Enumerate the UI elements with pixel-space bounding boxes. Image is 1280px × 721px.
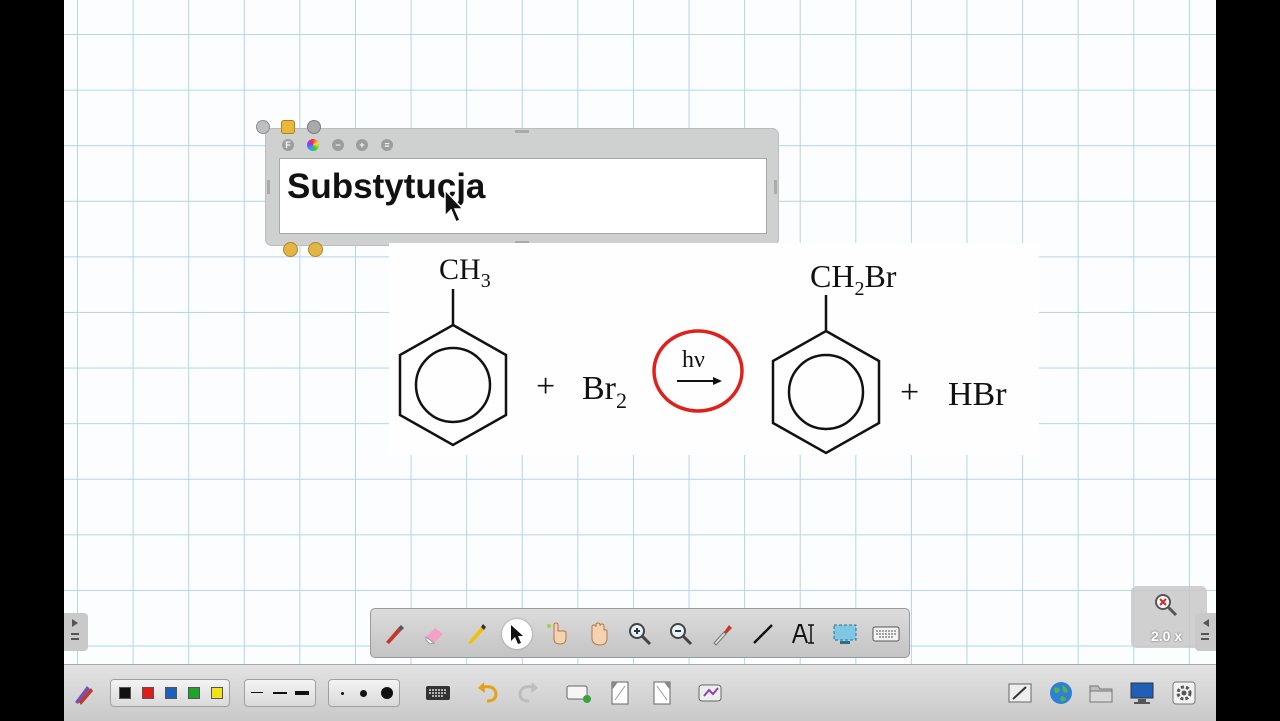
page-sorter-icon[interactable] xyxy=(696,680,726,706)
right-side-handle[interactable] xyxy=(1195,613,1216,651)
line-width-thick[interactable] xyxy=(295,691,309,695)
plus-sign: + xyxy=(536,368,555,405)
color-swatch-green[interactable] xyxy=(188,687,200,699)
close-icon[interactable] xyxy=(256,120,270,134)
previous-page-icon[interactable] xyxy=(606,680,634,706)
line-icon[interactable] xyxy=(748,619,778,649)
mouse-cursor-icon xyxy=(444,188,465,224)
floating-toolbar xyxy=(370,608,910,658)
dot-size-medium[interactable] xyxy=(360,690,367,697)
display-icon[interactable] xyxy=(1128,680,1156,706)
color-palette xyxy=(110,679,230,707)
resize-handle-right[interactable] xyxy=(774,180,777,194)
keyboard-icon-bottom[interactable] xyxy=(424,680,452,706)
next-page-icon[interactable] xyxy=(648,680,676,706)
pen-icon[interactable] xyxy=(379,619,409,649)
color-swatch-red[interactable] xyxy=(142,687,154,699)
color-picker-icon[interactable] xyxy=(307,139,319,151)
new-page-icon[interactable] xyxy=(564,680,594,706)
zoom-in-icon[interactable] xyxy=(625,619,655,649)
keyboard-icon[interactable] xyxy=(871,619,901,649)
color-swatch-black[interactable] xyxy=(119,687,131,699)
line-width-medium[interactable] xyxy=(273,692,287,694)
condition-label: hν xyxy=(682,347,705,373)
whiteboard-canvas[interactable]: F − + ≡ Substytucja CH3 + Br2 hν CH2Br +… xyxy=(64,0,1216,664)
zoom-icon xyxy=(1155,594,1178,617)
text-icon[interactable] xyxy=(789,619,819,649)
pan-hand-icon[interactable] xyxy=(584,619,614,649)
line-width-thin[interactable] xyxy=(251,692,263,693)
font-icon[interactable]: F xyxy=(282,139,294,151)
pen-settings-icon[interactable] xyxy=(70,680,98,706)
settings-icon[interactable] xyxy=(1170,680,1198,706)
pointer-icon[interactable] xyxy=(502,619,532,649)
pipette-icon[interactable] xyxy=(707,619,737,649)
duplicate-icon[interactable] xyxy=(281,120,295,134)
align-right-icon[interactable] xyxy=(308,242,323,257)
zoom-out-icon[interactable] xyxy=(666,619,696,649)
redo-icon[interactable] xyxy=(514,680,542,706)
undo-icon[interactable] xyxy=(474,680,502,706)
edit-page-icon[interactable] xyxy=(1006,680,1034,706)
text-box-content[interactable]: Substytucja xyxy=(279,158,767,234)
list-icon[interactable]: ≡ xyxy=(381,139,393,151)
eraser-icon[interactable] xyxy=(420,619,450,649)
left-side-handle[interactable] xyxy=(64,613,88,651)
screen-capture-icon[interactable] xyxy=(830,619,860,649)
dot-size-small[interactable] xyxy=(341,692,344,695)
zoom-level: 2.0 x xyxy=(1151,628,1183,644)
product-substituent: CH2Br xyxy=(810,258,897,300)
dot-size-large[interactable] xyxy=(381,687,393,699)
globe-icon[interactable] xyxy=(1047,680,1075,706)
folder-icon[interactable] xyxy=(1087,680,1115,706)
resize-handle-top[interactable] xyxy=(515,130,529,133)
highlighter-icon[interactable] xyxy=(461,619,491,649)
color-swatch-blue[interactable] xyxy=(165,687,177,699)
select-hand-icon[interactable] xyxy=(543,619,573,649)
plus-sign-2: + xyxy=(900,374,919,411)
line-width-selector xyxy=(244,679,316,707)
decrease-font-icon[interactable]: − xyxy=(332,139,344,151)
text-box-widget[interactable]: F − + ≡ Substytucja xyxy=(256,120,779,257)
reactant-substituent: CH3 xyxy=(439,253,491,292)
reaction-image: CH3 + Br2 hν CH2Br + HBr xyxy=(389,243,1039,455)
byproduct-label: HBr xyxy=(948,376,1007,413)
chevron-down-icon[interactable] xyxy=(307,120,321,134)
resize-handle-left[interactable] xyxy=(267,180,270,194)
align-left-icon[interactable] xyxy=(283,242,298,257)
color-swatch-yellow[interactable] xyxy=(211,687,223,699)
dot-size-selector xyxy=(328,679,400,707)
reagent-label: Br2 xyxy=(582,370,627,413)
increase-font-icon[interactable]: + xyxy=(356,139,368,151)
bottom-toolbar xyxy=(64,664,1216,721)
